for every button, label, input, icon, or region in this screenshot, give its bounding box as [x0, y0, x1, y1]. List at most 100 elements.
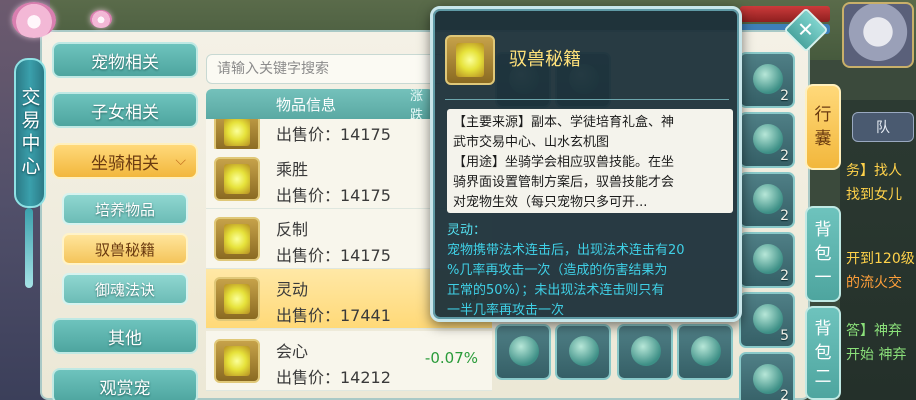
- item-name: 乘胜: [276, 160, 309, 179]
- subcategory-label: 御魂法诀: [94, 280, 155, 299]
- tab-char: 背: [814, 220, 832, 240]
- item-icon: [509, 336, 539, 366]
- description-line: 武市交易中心、山水玄机图: [453, 135, 610, 150]
- slot-quantity: 2: [780, 268, 789, 284]
- item-price: 出售价：17441: [276, 306, 391, 325]
- item-icon: [753, 64, 783, 94]
- tab-backpack-one[interactable]: 背 包 一: [805, 206, 841, 302]
- subcategory-beast-manual[interactable]: 驭兽秘籍: [62, 233, 188, 265]
- category-label: 其他: [108, 328, 142, 349]
- category-label: 观赏宠: [99, 378, 151, 399]
- lotus-flower-icon: [12, 2, 56, 38]
- inventory-slot[interactable]: 2: [739, 52, 795, 108]
- tab-char: 一: [814, 268, 832, 288]
- subcategory-training-items[interactable]: 培养物品: [62, 193, 188, 225]
- team-button-label: 队: [876, 120, 890, 136]
- column-header-item: 物品信息: [275, 95, 336, 114]
- item-icon: [569, 336, 599, 366]
- team-button[interactable]: 队: [852, 112, 914, 142]
- category-label: 子女相关: [91, 102, 159, 123]
- inventory-slot[interactable]: 5: [739, 292, 795, 348]
- effect-line: 宠物携带法术连击后，出现法术连击有20: [447, 243, 685, 258]
- description-line: 【用途】坐骑学会相应驭兽技能。在坐: [453, 155, 675, 170]
- category-children[interactable]: 子女相关: [52, 92, 198, 128]
- slot-quantity: 5: [780, 328, 789, 344]
- item-icon: [753, 304, 783, 334]
- item-name: 反制: [276, 220, 309, 239]
- tassel-decoration: [25, 208, 33, 288]
- scroll-icon: [214, 217, 260, 261]
- item-icon: [753, 244, 783, 274]
- slot-quantity: 2: [780, 208, 789, 224]
- item-icon: [631, 336, 661, 366]
- slot-quantity: 2: [780, 148, 789, 164]
- tab-bag[interactable]: 行 囊: [805, 84, 841, 170]
- search-input[interactable]: [206, 54, 446, 84]
- player-avatar[interactable]: [842, 2, 914, 68]
- item-icon: [691, 336, 721, 366]
- table-header: 物品信息 涨跌: [206, 89, 434, 123]
- inventory-slot[interactable]: 2: [739, 232, 795, 288]
- item-price: 出售价：14212: [276, 368, 391, 387]
- tab-char: 包: [814, 244, 832, 264]
- close-icon: ✕: [797, 17, 814, 42]
- tooltip-description: 【主要来源】副本、学徒培育礼盒、神 武市交易中心、山水玄机图 【用途】坐骑学会相…: [447, 109, 733, 213]
- slot-quantity: 2: [780, 88, 789, 104]
- slot-quantity: 2: [780, 388, 789, 400]
- chat-line: 开到120级: [846, 251, 915, 267]
- effect-line: %几率再攻击一次（造成的伤害结果为: [447, 263, 668, 278]
- tooltip-effect: 灵动： 宠物携带法术连击后，出现法术连击有20 %几率再攻击一次（造成的伤害结果…: [447, 221, 733, 321]
- subcategory-soul-spell[interactable]: 御魂法诀: [62, 273, 188, 305]
- tooltip-title: 驭兽秘籍: [509, 49, 581, 70]
- subcategory-label: 驭兽秘籍: [94, 240, 155, 259]
- chat-line: 开始 神弃: [846, 347, 907, 363]
- item-price: 出售价：14175: [276, 246, 391, 265]
- inventory-slot[interactable]: [677, 324, 733, 380]
- tab-char: 二: [814, 367, 832, 387]
- tab-char: 囊: [814, 129, 832, 149]
- lotus-flower-icon: [90, 10, 112, 28]
- panel-title: 交易中心: [18, 87, 41, 179]
- subcategory-label: 培养物品: [94, 200, 155, 219]
- tab-char: 行: [814, 105, 832, 125]
- inventory-slot[interactable]: [617, 324, 673, 380]
- table-row[interactable]: 会心 出售价：14212 -0.07%: [206, 331, 492, 391]
- item-price: 出售价：14175: [276, 186, 391, 205]
- chat-feed: 务】找人 找到女儿 开到120级 的流火交 答】神弃 开始 神弃: [842, 152, 916, 400]
- scroll-icon: [445, 35, 495, 85]
- scroll-icon: [214, 157, 260, 201]
- tab-char: 背: [814, 319, 832, 339]
- item-icon: [753, 364, 783, 394]
- inventory-slot[interactable]: [495, 324, 551, 380]
- category-ornamental-pet[interactable]: 观赏宠: [52, 368, 198, 400]
- description-line: 对宠物生效（每只宠物只多可开...: [453, 195, 648, 210]
- effect-line: 一半几率再攻击一次: [447, 303, 565, 318]
- inventory-slot[interactable]: [555, 324, 611, 380]
- chat-line: 找到女儿: [846, 187, 902, 203]
- chat-line: 的流火交: [846, 275, 902, 291]
- tab-char: 包: [814, 343, 832, 363]
- description-line: 骑界面设置管制方案后，驭兽技能才会: [453, 175, 675, 190]
- chevron-down-icon: ⌵: [175, 153, 186, 169]
- category-other[interactable]: 其他: [52, 318, 198, 354]
- effect-line: 正常的50%）；未出现法术连击则只有: [447, 283, 665, 298]
- inventory-slot[interactable]: 2: [739, 352, 795, 400]
- item-tooltip: 驭兽秘籍 【主要来源】副本、学徒培育礼盒、神 武市交易中心、山水玄机图 【用途】…: [430, 6, 742, 322]
- inventory-slot[interactable]: 2: [739, 172, 795, 228]
- divider: [445, 99, 729, 100]
- chat-line: 答】神弃: [846, 323, 902, 339]
- scroll-icon: [214, 119, 260, 153]
- scroll-icon: [214, 339, 260, 383]
- inventory-slot[interactable]: 2: [739, 112, 795, 168]
- item-icon: [753, 184, 783, 214]
- item-name: 灵动: [276, 280, 309, 299]
- description-line: 【主要来源】副本、学徒培育礼盒、神: [453, 115, 675, 130]
- scroll-icon: [214, 277, 260, 321]
- category-mount[interactable]: 坐骑相关 ⌵: [52, 143, 198, 179]
- tab-backpack-two[interactable]: 背 包 二: [805, 306, 841, 400]
- trade-center-title: 交易中心: [14, 58, 46, 208]
- category-label: 宠物相关: [91, 52, 159, 73]
- category-pet[interactable]: 宠物相关: [52, 42, 198, 78]
- effect-title: 灵动：: [447, 223, 487, 238]
- price-change: -0.07%: [424, 349, 478, 367]
